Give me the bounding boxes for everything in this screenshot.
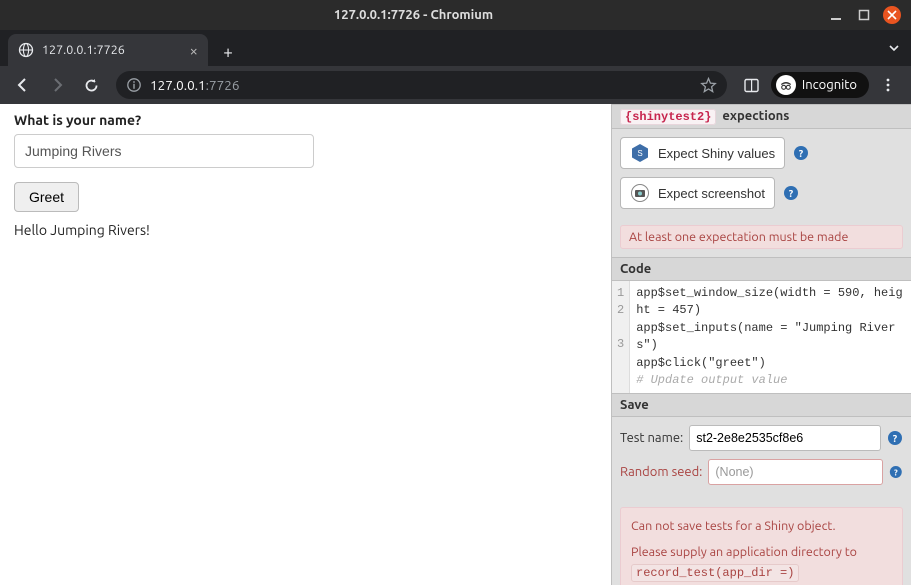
url-bar[interactable]: 127.0.0.1:7726 <box>116 71 727 99</box>
shiny-hex-icon: S <box>630 143 650 163</box>
expectations-header: {shinytest2}expections <box>612 104 911 129</box>
incognito-badge: Incognito <box>771 72 869 98</box>
help-icon[interactable]: ? <box>889 464 903 480</box>
name-input[interactable] <box>14 134 314 168</box>
incognito-icon <box>776 75 796 95</box>
svg-text:S: S <box>637 149 642 158</box>
page-content: What is your name? Greet Hello Jumping R… <box>0 104 911 585</box>
svg-text:?: ? <box>893 433 898 444</box>
browser-tab[interactable]: 127.0.0.1:7726 × <box>8 34 208 66</box>
window-close-button[interactable] <box>883 6 901 24</box>
greeting-output: Hello Jumping Rivers! <box>14 222 597 238</box>
reload-button[interactable] <box>76 70 106 100</box>
test-name-label: Test name: <box>620 431 683 445</box>
svg-text:?: ? <box>799 148 804 159</box>
browser-toolbar: 127.0.0.1:7726 Incognito <box>0 66 911 104</box>
expect-screenshot-button[interactable]: Expect screenshot <box>620 177 775 209</box>
test-name-input[interactable] <box>689 425 881 451</box>
window-titlebar: 127.0.0.1:7726 - Chromium <box>0 0 911 30</box>
window-title: 127.0.0.1:7726 - Chromium <box>10 8 817 22</box>
browser-menu-button[interactable] <box>873 70 903 100</box>
tab-title: 127.0.0.1:7726 <box>42 43 125 57</box>
code-gutter: 1 2 3 <box>612 281 630 393</box>
shinytest2-panel: {shinytest2}expections S Expect Shiny va… <box>611 104 911 585</box>
bookmark-star-icon[interactable] <box>700 77 717 94</box>
browser-tabstrip: 127.0.0.1:7726 × + <box>0 30 911 66</box>
save-header: Save <box>612 393 911 417</box>
forward-button[interactable] <box>42 70 72 100</box>
new-tab-button[interactable]: + <box>214 38 242 66</box>
shinytest2-brand: {shinytest2} <box>620 109 716 125</box>
svg-text:?: ? <box>894 468 898 478</box>
tab-close-button[interactable]: × <box>190 42 198 59</box>
code-header: Code <box>612 257 911 281</box>
tabs-dropdown-button[interactable] <box>887 41 901 55</box>
window-minimize-button[interactable] <box>827 6 845 24</box>
random-seed-input[interactable] <box>708 459 883 485</box>
window-maximize-button[interactable] <box>855 6 873 24</box>
globe-icon <box>18 42 34 58</box>
help-icon[interactable]: ? <box>783 185 799 201</box>
save-error: Can not save tests for a Shiny object. P… <box>620 507 903 585</box>
url-text: 127.0.0.1:7726 <box>150 77 239 93</box>
expectation-warning: At least one expectation must be made <box>620 225 903 249</box>
main-pane: What is your name? Greet Hello Jumping R… <box>0 104 611 585</box>
camera-icon <box>630 183 650 203</box>
name-label: What is your name? <box>14 112 597 128</box>
site-info-icon[interactable] <box>126 77 142 93</box>
incognito-label: Incognito <box>802 78 857 92</box>
help-icon[interactable]: ? <box>887 430 903 446</box>
code-editor[interactable]: 1 2 3 app$set_window_size(width = 590, h… <box>612 281 911 393</box>
greet-button[interactable]: Greet <box>14 182 79 212</box>
back-button[interactable] <box>8 70 38 100</box>
random-seed-label: Random seed: <box>620 465 702 479</box>
help-icon[interactable]: ? <box>793 145 809 161</box>
reader-mode-icon[interactable] <box>737 70 767 100</box>
svg-text:?: ? <box>789 188 794 199</box>
code-lines: app$set_window_size(width = 590, height … <box>630 281 911 393</box>
expect-shiny-values-button[interactable]: S Expect Shiny values <box>620 137 785 169</box>
